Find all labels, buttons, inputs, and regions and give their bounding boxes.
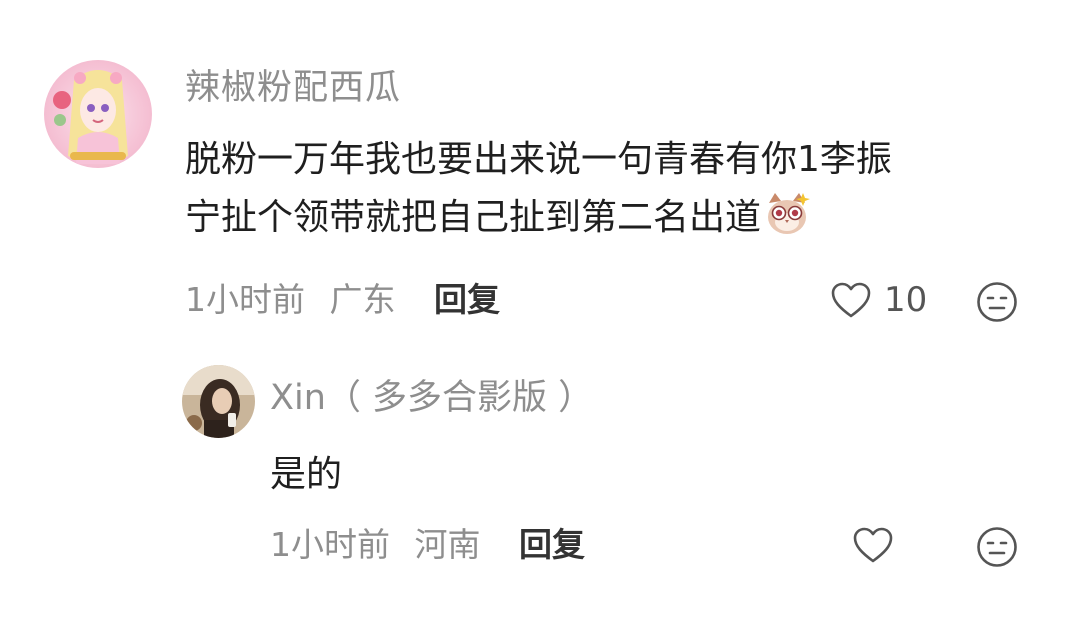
heart-icon	[853, 527, 893, 563]
comment-body-line: 宁扯个领带就把自己扯到第二名出道	[185, 189, 892, 247]
comment-meta: 1小时前 广东 回复	[185, 278, 500, 322]
comment-body-line: 脱粉一万年我也要出来说一句青春有你1李振	[185, 139, 892, 180]
comment-location: 广东	[329, 280, 396, 319]
meh-face-icon	[977, 282, 1017, 322]
avatar[interactable]	[44, 60, 152, 168]
reply-location: 河南	[414, 525, 481, 564]
dislike-button[interactable]	[976, 526, 1018, 568]
meh-face-icon	[977, 527, 1017, 567]
reply-time: 1小时前	[270, 525, 390, 564]
reply-button[interactable]: 回复	[519, 525, 585, 564]
comment-item: 辣椒粉配西瓜 脱粉一万年我也要出来说一句青春有你1李振 宁扯个领带就把自己扯到第…	[0, 56, 1084, 336]
reply-meta: 1小时前 河南 回复	[270, 523, 585, 567]
avatar[interactable]	[182, 365, 255, 438]
like-count: 10	[884, 280, 928, 320]
dislike-button[interactable]	[976, 281, 1018, 323]
reply-username[interactable]: Xin（ 多多合影版 ）	[270, 376, 593, 420]
reply-button[interactable]: 回复	[434, 280, 500, 319]
heart-icon	[831, 282, 871, 318]
comment-username[interactable]: 辣椒粉配西瓜	[185, 66, 401, 110]
comment-body-line-text: 宁扯个领带就把自己扯到第二名出道	[185, 197, 762, 238]
comment-time: 1小时前	[185, 280, 305, 319]
like-button[interactable]	[852, 523, 894, 567]
like-button[interactable]: 10	[830, 278, 927, 322]
reply-item: Xin（ 多多合影版 ） 是的 1小时前 河南 回复	[0, 365, 1084, 578]
comment-body: 脱粉一万年我也要出来说一句青春有你1李振 宁扯个领带就把自己扯到第二名出道	[185, 131, 892, 247]
owl-cat-sticker-icon	[763, 189, 811, 237]
reply-body: 是的	[270, 454, 343, 495]
